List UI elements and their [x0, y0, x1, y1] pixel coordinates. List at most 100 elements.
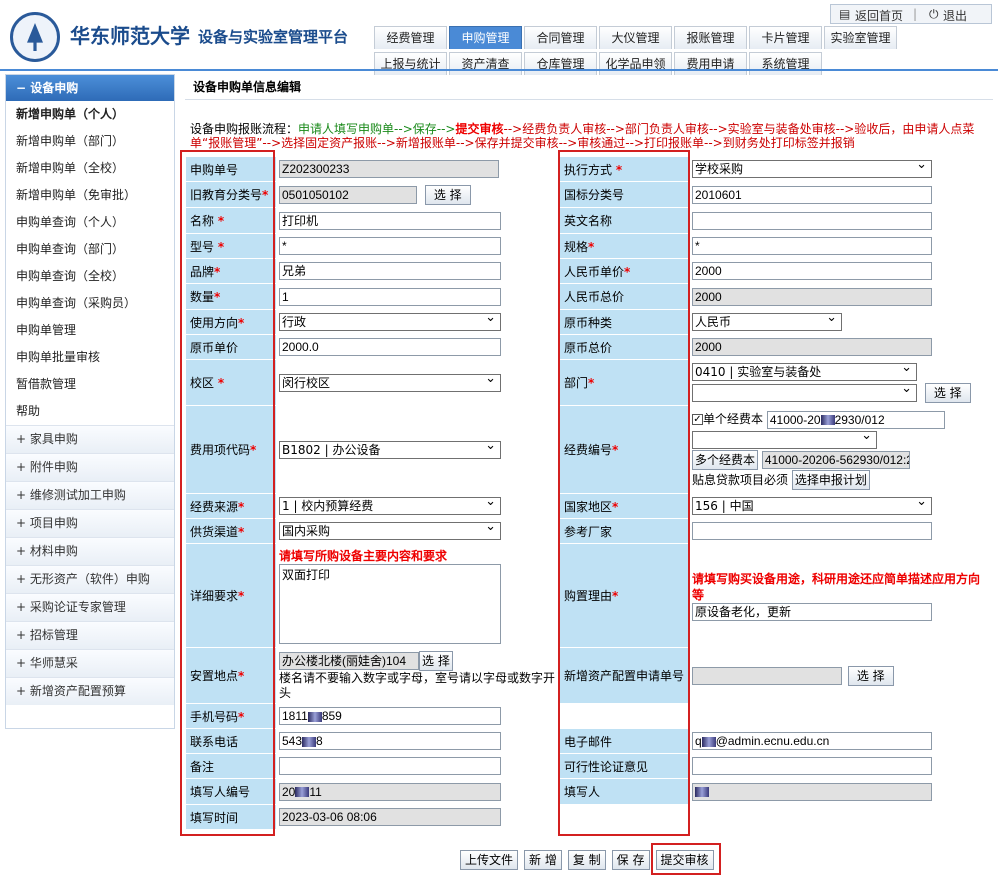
- fund-source-select[interactable]: 1 | 校内预算经费: [279, 497, 501, 515]
- single-fund-checkbox[interactable]: ✓: [692, 414, 703, 425]
- sidebar-item-query-school[interactable]: 申购单查询（全校）: [6, 263, 174, 290]
- tab-warehouse[interactable]: 仓库管理: [524, 52, 597, 75]
- sidebar-item-loan[interactable]: 暂借款管理: [6, 371, 174, 398]
- submit-review-button[interactable]: 提交审核: [655, 850, 714, 870]
- highlight-right-column: [558, 150, 690, 836]
- sidebar-group-huicai[interactable]: + 华师慧采: [6, 649, 174, 677]
- sidebar-group-experts[interactable]: + 采购论证专家管理: [6, 593, 174, 621]
- sidebar: − 设备申购 新增申购单（个人） 新增申购单（部门） 新增申购单（全校） 新增申…: [5, 74, 175, 729]
- fund-sub-select[interactable]: [692, 430, 877, 449]
- header-divider: [0, 69, 998, 71]
- campus-select[interactable]: 闵行校区: [279, 373, 501, 392]
- sidebar-group-accessory[interactable]: + 附件申购: [6, 453, 174, 481]
- single-fund-field[interactable]: 41000-20 2930/012: [766, 410, 945, 429]
- location-hint: 楼名请不要输入数字或字母，室号请以字母或数字开头: [279, 670, 556, 700]
- sidebar-group-tender[interactable]: + 招标管理: [6, 621, 174, 649]
- tab-card[interactable]: 卡片管理: [749, 26, 822, 49]
- vendor-field[interactable]: [692, 522, 932, 540]
- department-select[interactable]: 0410 | 实验室与装备处: [692, 362, 917, 381]
- country-select[interactable]: 156 | 中国: [692, 497, 932, 515]
- page-title: 设备申购单信息编辑: [185, 74, 993, 100]
- location-field: 办公楼北楼(丽娃舍)104: [279, 651, 419, 670]
- rmb-total-field: 2000: [692, 287, 932, 306]
- orig-unit-price-field[interactable]: 2000.0: [279, 338, 501, 356]
- mobile-field[interactable]: 1811 859: [279, 707, 501, 725]
- tab-large-instrument[interactable]: 大仪管理: [599, 26, 672, 49]
- rmb-unit-price-field[interactable]: 2000: [692, 262, 932, 280]
- copy-button[interactable]: 复 制: [567, 850, 606, 870]
- sidebar-group-furniture[interactable]: + 家具申购: [6, 425, 174, 453]
- tab-row-2: 上报与统计 资产清查 仓库管理 化学品申领 费用申请 系统管理: [374, 52, 824, 75]
- sidebar-item-new-school[interactable]: 新增申购单（全校）: [6, 155, 174, 182]
- feasibility-field[interactable]: [692, 757, 932, 775]
- filler-field: [692, 782, 932, 801]
- english-name-field[interactable]: [692, 211, 932, 230]
- sidebar-item-new-personal[interactable]: 新增申购单（个人）: [6, 101, 174, 128]
- tab-contract[interactable]: 合同管理: [524, 26, 597, 49]
- header: 华东师范大学 设备与实验室管理平台 ▤ 返回首页 | ⏻ 退出 经费管理 申购管理…: [0, 0, 998, 75]
- asset-config-no-field: [692, 666, 842, 685]
- detail-textarea[interactable]: 双面打印: [279, 563, 501, 644]
- tab-asset-check[interactable]: 资产清查: [449, 52, 522, 75]
- back-home-link[interactable]: 返回首页: [855, 7, 903, 24]
- sidebar-item-query-buyer[interactable]: 申购单查询（采购员）: [6, 290, 174, 317]
- phone-field[interactable]: 543 8: [279, 732, 501, 750]
- intl-class-field[interactable]: 2010601: [692, 185, 932, 204]
- orig-total-field: 2000: [692, 338, 932, 356]
- sidebar-item-manage[interactable]: 申购单管理: [6, 317, 174, 344]
- spec-field[interactable]: *: [692, 237, 932, 255]
- tab-purchase[interactable]: 申购管理: [449, 26, 522, 49]
- university-name: 华东师范大学: [70, 24, 190, 48]
- fill-time-field: 2023-03-06 08:06: [279, 808, 501, 826]
- sidebar-item-help[interactable]: 帮助: [6, 398, 174, 425]
- sidebar-item-batch-review[interactable]: 申购单批量审核: [6, 344, 174, 371]
- save-button[interactable]: 保 存: [611, 850, 650, 870]
- model-field[interactable]: *: [279, 237, 501, 255]
- tab-reimburse[interactable]: 报账管理: [674, 26, 747, 49]
- supply-channel-select[interactable]: 国内采购: [279, 522, 501, 540]
- sidebar-item-new-dept[interactable]: 新增申购单（部门）: [6, 128, 174, 155]
- reason-hint: 请填写购买设备用途，科研用途还应简单描述应用方向等: [692, 571, 981, 602]
- sidebar-group-repair[interactable]: + 维修测试加工申购: [6, 481, 174, 509]
- reason-field[interactable]: 原设备老化，更新: [692, 602, 932, 621]
- tab-chemicals[interactable]: 化学品申领: [599, 52, 672, 75]
- sidebar-item-query-personal[interactable]: 申购单查询（个人）: [6, 209, 174, 236]
- exec-method-select[interactable]: 学校采购: [692, 160, 932, 178]
- sidebar-item-new-noapprove[interactable]: 新增申购单（免审批）: [6, 182, 174, 209]
- tab-lab[interactable]: 实验室管理: [824, 26, 897, 49]
- action-bar: 上传文件新 增复 制保 存提交审核: [460, 850, 720, 870]
- sidebar-item-query-dept[interactable]: 申购单查询（部门）: [6, 236, 174, 263]
- currency-select[interactable]: 人民币: [692, 313, 842, 331]
- power-icon: ⏻: [929, 7, 939, 21]
- quantity-field[interactable]: 1: [279, 287, 501, 306]
- tab-system[interactable]: 系统管理: [749, 52, 822, 75]
- fee-code-select[interactable]: B1802 | 办公设备: [279, 440, 501, 459]
- logout-link[interactable]: 退出: [943, 7, 967, 24]
- department-select-button[interactable]: 选 择: [924, 382, 971, 403]
- usage-select[interactable]: 行政: [279, 313, 501, 331]
- add-button[interactable]: 新 增: [524, 850, 562, 870]
- tab-row-1: 经费管理 申购管理 合同管理 大仪管理 报账管理 卡片管理 实验室管理: [374, 26, 899, 49]
- sidebar-group-project[interactable]: + 项目申购: [6, 509, 174, 537]
- sidebar-section-header[interactable]: − 设备申购: [6, 75, 174, 101]
- sidebar-group-material[interactable]: + 材料申购: [6, 537, 174, 565]
- remark-field[interactable]: [279, 757, 501, 775]
- email-field[interactable]: q @admin.ecnu.edu.cn: [692, 732, 932, 750]
- tab-report[interactable]: 上报与统计: [374, 52, 447, 75]
- select-plan-button[interactable]: 选择申报计划: [791, 470, 870, 490]
- old-class-field: 0501050102: [279, 185, 417, 204]
- config-select-button[interactable]: 选 择: [847, 665, 894, 686]
- sidebar-group-software[interactable]: + 无形资产（软件）申购: [6, 565, 174, 593]
- tab-funds[interactable]: 经费管理: [374, 26, 447, 49]
- platform-name: 设备与实验室管理平台: [198, 28, 349, 46]
- tab-expense[interactable]: 费用申请: [674, 52, 747, 75]
- department-sub-select[interactable]: [692, 383, 917, 402]
- order-no-field: Z202300233: [279, 160, 499, 178]
- old-class-select-button[interactable]: 选 择: [424, 184, 471, 205]
- sidebar-group-budget[interactable]: + 新增资产配置预算: [6, 677, 174, 705]
- name-field[interactable]: 打印机: [279, 211, 501, 230]
- brand-field[interactable]: 兄弟: [279, 262, 501, 280]
- upload-file-button[interactable]: 上传文件: [460, 850, 519, 870]
- multi-fund-button[interactable]: 多个经费本: [692, 449, 759, 470]
- location-select-button[interactable]: 选 择: [419, 650, 453, 671]
